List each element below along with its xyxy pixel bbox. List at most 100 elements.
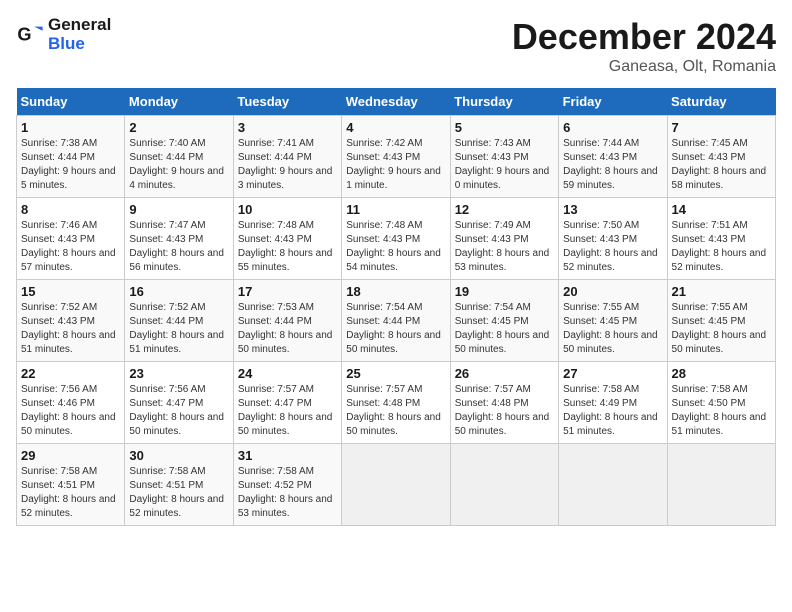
day-info: Sunrise: 7:44 AM Sunset: 4:43 PM Dayligh…	[563, 137, 662, 193]
column-header-wednesday: Wednesday	[342, 88, 450, 116]
day-number: 9	[129, 202, 228, 217]
day-info: Sunrise: 7:57 AM Sunset: 4:48 PM Dayligh…	[346, 383, 445, 439]
day-info: Sunrise: 7:57 AM Sunset: 4:47 PM Dayligh…	[238, 383, 337, 439]
column-header-thursday: Thursday	[450, 88, 558, 116]
calendar-cell: 23 Sunrise: 7:56 AM Sunset: 4:47 PM Dayli…	[125, 362, 233, 444]
day-info: Sunrise: 7:42 AM Sunset: 4:43 PM Dayligh…	[346, 137, 445, 193]
calendar-cell: 3 Sunrise: 7:41 AM Sunset: 4:44 PM Daylig…	[233, 116, 341, 198]
day-number: 16	[129, 284, 228, 299]
calendar-cell: 11Sunrise: 7:48 AM Sunset: 4:43 PM Dayli…	[342, 198, 450, 280]
day-info: Sunrise: 7:47 AM Sunset: 4:43 PM Dayligh…	[129, 219, 228, 275]
day-info: Sunrise: 7:57 AM Sunset: 4:48 PM Dayligh…	[455, 383, 554, 439]
calendar-cell: 9 Sunrise: 7:47 AM Sunset: 4:43 PM Daylig…	[125, 198, 233, 280]
day-info: Sunrise: 7:49 AM Sunset: 4:43 PM Dayligh…	[455, 219, 554, 275]
day-info: Sunrise: 7:58 AM Sunset: 4:49 PM Dayligh…	[563, 383, 662, 439]
logo-line1: General	[48, 16, 111, 35]
calendar-cell: 16 Sunrise: 7:52 AM Sunset: 4:44 PM Dayli…	[125, 280, 233, 362]
logo-line2: Blue	[48, 35, 111, 54]
day-number: 19	[455, 284, 554, 299]
day-number: 6	[563, 120, 662, 135]
calendar-cell: 21 Sunrise: 7:55 AM Sunset: 4:45 PM Dayli…	[667, 280, 775, 362]
calendar-cell: 24 Sunrise: 7:57 AM Sunset: 4:47 PM Dayli…	[233, 362, 341, 444]
calendar-cell: 1 Sunrise: 7:38 AM Sunset: 4:44 PM Daylig…	[17, 116, 125, 198]
calendar-cell	[342, 444, 450, 526]
day-info: Sunrise: 7:54 AM Sunset: 4:44 PM Dayligh…	[346, 301, 445, 357]
day-number: 12	[455, 202, 554, 217]
calendar-cell: 27 Sunrise: 7:58 AM Sunset: 4:49 PM Dayli…	[559, 362, 667, 444]
day-info: Sunrise: 7:54 AM Sunset: 4:45 PM Dayligh…	[455, 301, 554, 357]
subtitle: Ganeasa, Olt, Romania	[512, 58, 776, 76]
day-number: 7	[672, 120, 771, 135]
column-header-friday: Friday	[559, 88, 667, 116]
calendar-cell: 6 Sunrise: 7:44 AM Sunset: 4:43 PM Daylig…	[559, 116, 667, 198]
column-header-saturday: Saturday	[667, 88, 775, 116]
day-number: 2	[129, 120, 228, 135]
day-info: Sunrise: 7:48 AM Sunset: 4:43 PM Dayligh…	[238, 219, 337, 275]
calendar-cell: 15 Sunrise: 7:52 AM Sunset: 4:43 PM Dayli…	[17, 280, 125, 362]
calendar-cell: 19 Sunrise: 7:54 AM Sunset: 4:45 PM Dayli…	[450, 280, 558, 362]
day-info: Sunrise: 7:58 AM Sunset: 4:51 PM Dayligh…	[21, 465, 120, 521]
calendar-cell: 7Sunrise: 7:45 AM Sunset: 4:43 PM Daylig…	[667, 116, 775, 198]
day-number: 21	[672, 284, 771, 299]
day-number: 26	[455, 366, 554, 381]
day-info: Sunrise: 7:53 AM Sunset: 4:44 PM Dayligh…	[238, 301, 337, 357]
calendar-week-1: 8Sunrise: 7:46 AM Sunset: 4:43 PM Daylig…	[17, 198, 776, 280]
calendar-cell: 20Sunrise: 7:55 AM Sunset: 4:45 PM Dayli…	[559, 280, 667, 362]
logo: G General Blue	[16, 16, 111, 53]
day-number: 28	[672, 366, 771, 381]
day-number: 11	[346, 202, 445, 217]
calendar-cell: 18 Sunrise: 7:54 AM Sunset: 4:44 PM Dayli…	[342, 280, 450, 362]
day-number: 3	[238, 120, 337, 135]
calendar-week-4: 29Sunrise: 7:58 AM Sunset: 4:51 PM Dayli…	[17, 444, 776, 526]
day-number: 23	[129, 366, 228, 381]
calendar-cell: 5Sunrise: 7:43 AM Sunset: 4:43 PM Daylig…	[450, 116, 558, 198]
day-number: 4	[346, 120, 445, 135]
day-info: Sunrise: 7:40 AM Sunset: 4:44 PM Dayligh…	[129, 137, 228, 193]
day-info: Sunrise: 7:56 AM Sunset: 4:46 PM Dayligh…	[21, 383, 120, 439]
column-header-monday: Monday	[125, 88, 233, 116]
logo-icon: G	[16, 21, 44, 49]
day-number: 1	[21, 120, 120, 135]
day-info: Sunrise: 7:55 AM Sunset: 4:45 PM Dayligh…	[563, 301, 662, 357]
day-info: Sunrise: 7:58 AM Sunset: 4:51 PM Dayligh…	[129, 465, 228, 521]
day-number: 24	[238, 366, 337, 381]
day-info: Sunrise: 7:52 AM Sunset: 4:43 PM Dayligh…	[21, 301, 120, 357]
day-info: Sunrise: 7:55 AM Sunset: 4:45 PM Dayligh…	[672, 301, 771, 357]
calendar-week-3: 22Sunrise: 7:56 AM Sunset: 4:46 PM Dayli…	[17, 362, 776, 444]
day-info: Sunrise: 7:56 AM Sunset: 4:47 PM Dayligh…	[129, 383, 228, 439]
day-number: 18	[346, 284, 445, 299]
day-number: 14	[672, 202, 771, 217]
calendar-cell: 4 Sunrise: 7:42 AM Sunset: 4:43 PM Daylig…	[342, 116, 450, 198]
day-number: 27	[563, 366, 662, 381]
day-number: 15	[21, 284, 120, 299]
calendar-cell: 8Sunrise: 7:46 AM Sunset: 4:43 PM Daylig…	[17, 198, 125, 280]
day-info: Sunrise: 7:41 AM Sunset: 4:44 PM Dayligh…	[238, 137, 337, 193]
day-number: 17	[238, 284, 337, 299]
day-info: Sunrise: 7:58 AM Sunset: 4:52 PM Dayligh…	[238, 465, 337, 521]
header: G General Blue December 2024 Ganeasa, Ol…	[16, 16, 776, 76]
calendar-table: SundayMondayTuesdayWednesdayThursdayFrid…	[16, 88, 776, 526]
calendar-cell: 26 Sunrise: 7:57 AM Sunset: 4:48 PM Dayli…	[450, 362, 558, 444]
calendar-cell: 25 Sunrise: 7:57 AM Sunset: 4:48 PM Dayli…	[342, 362, 450, 444]
day-number: 13	[563, 202, 662, 217]
calendar-cell	[559, 444, 667, 526]
day-number: 25	[346, 366, 445, 381]
month-title: December 2024	[512, 16, 776, 58]
calendar-cell: 17 Sunrise: 7:53 AM Sunset: 4:44 PM Dayli…	[233, 280, 341, 362]
calendar-cell	[450, 444, 558, 526]
day-number: 30	[129, 448, 228, 463]
day-info: Sunrise: 7:51 AM Sunset: 4:43 PM Dayligh…	[672, 219, 771, 275]
day-info: Sunrise: 7:50 AM Sunset: 4:43 PM Dayligh…	[563, 219, 662, 275]
calendar-cell: 10Sunrise: 7:48 AM Sunset: 4:43 PM Dayli…	[233, 198, 341, 280]
column-header-tuesday: Tuesday	[233, 88, 341, 116]
calendar-cell: 31Sunrise: 7:58 AM Sunset: 4:52 PM Dayli…	[233, 444, 341, 526]
day-info: Sunrise: 7:38 AM Sunset: 4:44 PM Dayligh…	[21, 137, 120, 193]
column-header-sunday: Sunday	[17, 88, 125, 116]
calendar-body: 1 Sunrise: 7:38 AM Sunset: 4:44 PM Daylig…	[17, 116, 776, 526]
svg-text:G: G	[17, 24, 31, 44]
calendar-cell: 28Sunrise: 7:58 AM Sunset: 4:50 PM Dayli…	[667, 362, 775, 444]
calendar-cell: 22Sunrise: 7:56 AM Sunset: 4:46 PM Dayli…	[17, 362, 125, 444]
calendar-cell: 2 Sunrise: 7:40 AM Sunset: 4:44 PM Daylig…	[125, 116, 233, 198]
day-info: Sunrise: 7:52 AM Sunset: 4:44 PM Dayligh…	[129, 301, 228, 357]
calendar-cell: 14 Sunrise: 7:51 AM Sunset: 4:43 PM Dayli…	[667, 198, 775, 280]
